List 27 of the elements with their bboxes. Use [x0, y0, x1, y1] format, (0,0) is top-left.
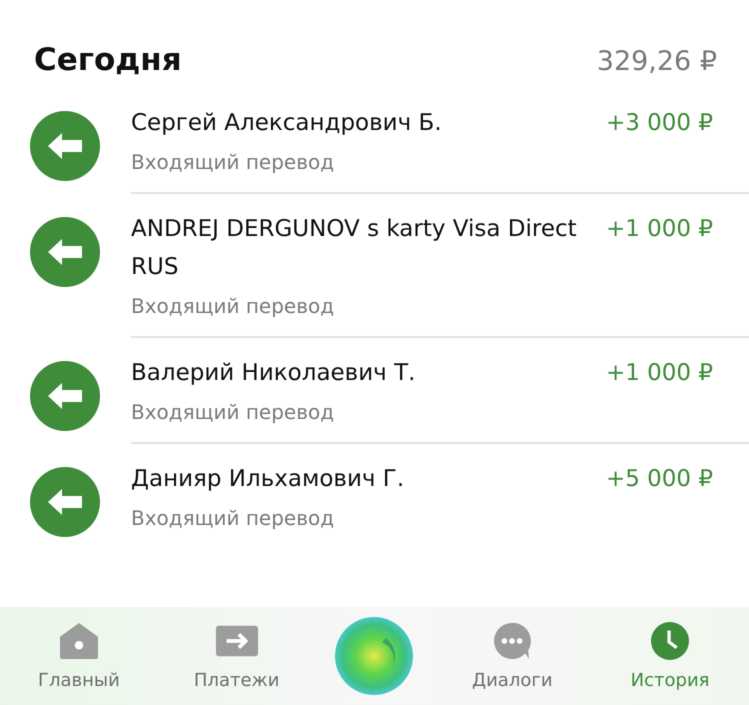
transaction-item[interactable]: Данияр Ильхамович Г. +5 000 ₽ Входящий перевод — [0, 444, 749, 548]
sender-name: ANDREJ DERGUNOV s karty Visa Direct RUS — [131, 215, 578, 282]
sender-name: Данияр Ильхамович Г. — [131, 465, 404, 494]
arrow-left-icon — [30, 217, 100, 287]
arrow-left-icon — [30, 361, 100, 431]
amount: +1 000 ₽ — [606, 359, 713, 388]
transaction-type: Входящий перевод — [131, 294, 336, 318]
total-amount: 329,26 ₽ — [596, 46, 717, 77]
amount: +3 000 ₽ — [606, 109, 713, 138]
transaction-item[interactable]: ANDREJ DERGUNOV s karty Visa Direct RUS +1 000 ₽ Входящий перевод — [0, 194, 749, 338]
amount: +5 000 ₽ — [606, 465, 713, 494]
transaction-type: Входящий перевод — [131, 506, 336, 530]
sender-name: Сергей Александрович Б. — [131, 109, 442, 138]
transaction-item[interactable]: Валерий Николаевич Т. +1 000 ₽ Входящий перевод — [0, 338, 749, 444]
tab[interactable]: История — [610, 616, 730, 696]
transaction-item[interactable]: Сергей Александрович Б. +3 000 ₽ Входящий перевод — [0, 88, 749, 194]
transaction-type: Входящий перевод — [131, 400, 336, 424]
assistant-orb-icon[interactable] — [334, 616, 414, 696]
sender-name: Валерий Николаевич Т. — [131, 359, 416, 388]
tab[interactable]: Диалоги — [452, 616, 572, 696]
transaction-type: Входящий перевод — [131, 150, 336, 174]
amount: +1 000 ₽ — [606, 215, 713, 244]
arrow-left-icon — [30, 111, 100, 181]
arrow-left-icon — [30, 467, 100, 537]
tab[interactable]: Платежи — [176, 616, 297, 696]
section-title: Сегодня — [34, 42, 182, 78]
tab[interactable]: Главный — [18, 616, 139, 696]
